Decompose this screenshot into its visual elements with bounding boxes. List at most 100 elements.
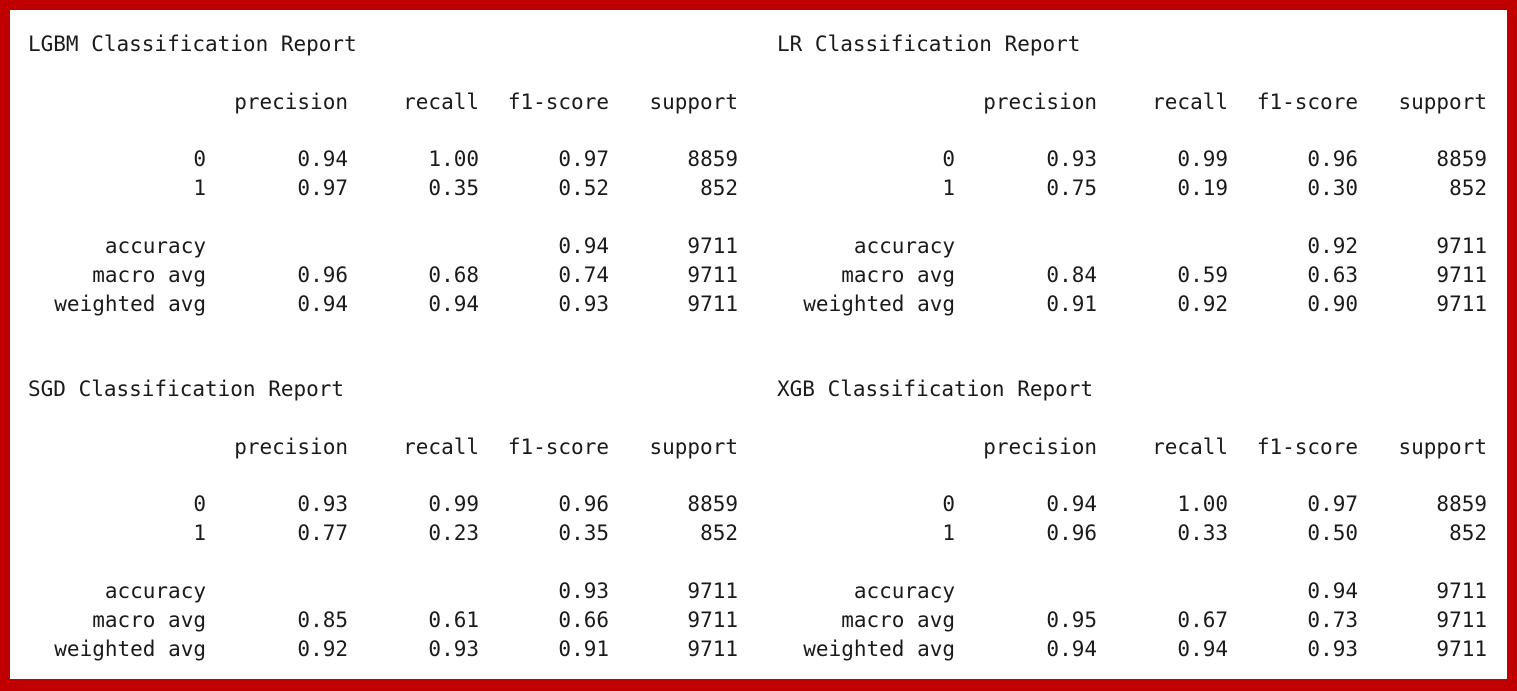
cell-support: 8859 [1436, 492, 1487, 516]
cell-support: 852 [700, 521, 738, 545]
row-label: macro avg [841, 608, 955, 632]
cell-precision: 0.96 [297, 263, 348, 287]
cell-f1: 0.93 [1307, 637, 1358, 661]
cell-recall: 1.00 [1177, 492, 1228, 516]
cell-precision: 0.93 [1046, 147, 1097, 171]
cell-precision: 0.94 [297, 147, 348, 171]
cell-support: 852 [1449, 176, 1487, 200]
lgbm-report: LGBM Classification Report precision rec… [28, 32, 748, 352]
row-label: 0 [193, 147, 206, 171]
header-recall: recall [1152, 90, 1228, 114]
header-f1-score: f1-score [507, 435, 609, 459]
cell-support: 852 [700, 176, 738, 200]
header-support: support [1398, 435, 1487, 459]
cell-support: 9711 [1436, 263, 1487, 287]
cell-recall: 0.35 [428, 176, 479, 200]
cell-f1: 0.52 [558, 176, 609, 200]
row-label: accuracy [853, 579, 955, 603]
header-precision: precision [234, 435, 348, 459]
cell-recall: 0.94 [428, 292, 479, 316]
row-label: accuracy [853, 234, 955, 258]
cell-support: 9711 [687, 637, 738, 661]
cell-precision: 0.92 [297, 637, 348, 661]
cell-f1: 0.90 [1307, 292, 1358, 316]
row-label: macro avg [841, 263, 955, 287]
cell-precision: 0.75 [1046, 176, 1097, 200]
cell-precision: 0.95 [1046, 608, 1097, 632]
row-label: weighted avg [803, 637, 955, 661]
row-label: weighted avg [803, 292, 955, 316]
cell-support: 9711 [1436, 292, 1487, 316]
cell-f1: 0.93 [558, 579, 609, 603]
report-title: LR Classification Report [777, 32, 1081, 56]
row-label: 1 [193, 176, 206, 200]
cell-support: 8859 [1436, 147, 1487, 171]
cell-f1: 0.73 [1307, 608, 1358, 632]
cell-f1: 0.97 [1307, 492, 1358, 516]
cell-recall: 0.99 [1177, 147, 1228, 171]
row-label: 0 [193, 492, 206, 516]
cell-f1: 0.74 [558, 263, 609, 287]
row-label: accuracy [104, 234, 206, 258]
header-f1-score: f1-score [1256, 435, 1358, 459]
cell-recall: 0.93 [428, 637, 479, 661]
cell-support: 852 [1449, 521, 1487, 545]
cell-f1: 0.50 [1307, 521, 1358, 545]
cell-support: 9711 [687, 608, 738, 632]
header-precision: precision [983, 90, 1097, 114]
cell-support: 8859 [687, 492, 738, 516]
cell-recall: 0.19 [1177, 176, 1228, 200]
cell-support: 9711 [687, 234, 738, 258]
cell-f1: 0.30 [1307, 176, 1358, 200]
cell-recall: 0.33 [1177, 521, 1228, 545]
cell-f1: 0.91 [558, 637, 609, 661]
header-recall: recall [1152, 435, 1228, 459]
cell-support: 8859 [687, 147, 738, 171]
xgb-report: XGB Classification Report precision reca… [777, 377, 1497, 679]
row-label: 1 [942, 521, 955, 545]
cell-support: 9711 [1436, 234, 1487, 258]
row-label: weighted avg [54, 292, 206, 316]
header-precision: precision [983, 435, 1097, 459]
cell-support: 9711 [1436, 579, 1487, 603]
cell-recall: 0.59 [1177, 263, 1228, 287]
cell-precision: 0.77 [297, 521, 348, 545]
cell-support: 9711 [687, 263, 738, 287]
report-title: XGB Classification Report [777, 377, 1094, 401]
row-label: accuracy [104, 579, 206, 603]
cell-f1: 0.94 [1307, 579, 1358, 603]
header-precision: precision [234, 90, 348, 114]
cell-support: 9711 [1436, 608, 1487, 632]
row-label: 0 [942, 492, 955, 516]
cell-f1: 0.97 [558, 147, 609, 171]
cell-f1: 0.35 [558, 521, 609, 545]
cell-recall: 0.68 [428, 263, 479, 287]
cell-f1: 0.93 [558, 292, 609, 316]
cell-recall: 0.99 [428, 492, 479, 516]
cell-recall: 0.92 [1177, 292, 1228, 316]
report-frame: LGBM Classification Report precision rec… [10, 10, 1507, 679]
cell-precision: 0.96 [1046, 521, 1097, 545]
cell-support: 9711 [1436, 637, 1487, 661]
row-label: 1 [942, 176, 955, 200]
cell-f1: 0.92 [1307, 234, 1358, 258]
cell-f1: 0.94 [558, 234, 609, 258]
cell-precision: 0.84 [1046, 263, 1097, 287]
cell-recall: 0.94 [1177, 637, 1228, 661]
cell-precision: 0.97 [297, 176, 348, 200]
cell-recall: 1.00 [428, 147, 479, 171]
lr-report: LR Classification Report precision recal… [777, 32, 1497, 352]
header-f1-score: f1-score [1256, 90, 1358, 114]
header-recall: recall [403, 435, 479, 459]
cell-precision: 0.93 [297, 492, 348, 516]
cell-recall: 0.67 [1177, 608, 1228, 632]
report-title: LGBM Classification Report [28, 32, 357, 56]
sgd-report: SGD Classification Report precision reca… [28, 377, 748, 679]
cell-f1: 0.96 [558, 492, 609, 516]
cell-support: 9711 [687, 292, 738, 316]
header-support: support [649, 435, 738, 459]
header-support: support [1398, 90, 1487, 114]
cell-f1: 0.66 [558, 608, 609, 632]
cell-precision: 0.94 [1046, 637, 1097, 661]
header-f1-score: f1-score [507, 90, 609, 114]
